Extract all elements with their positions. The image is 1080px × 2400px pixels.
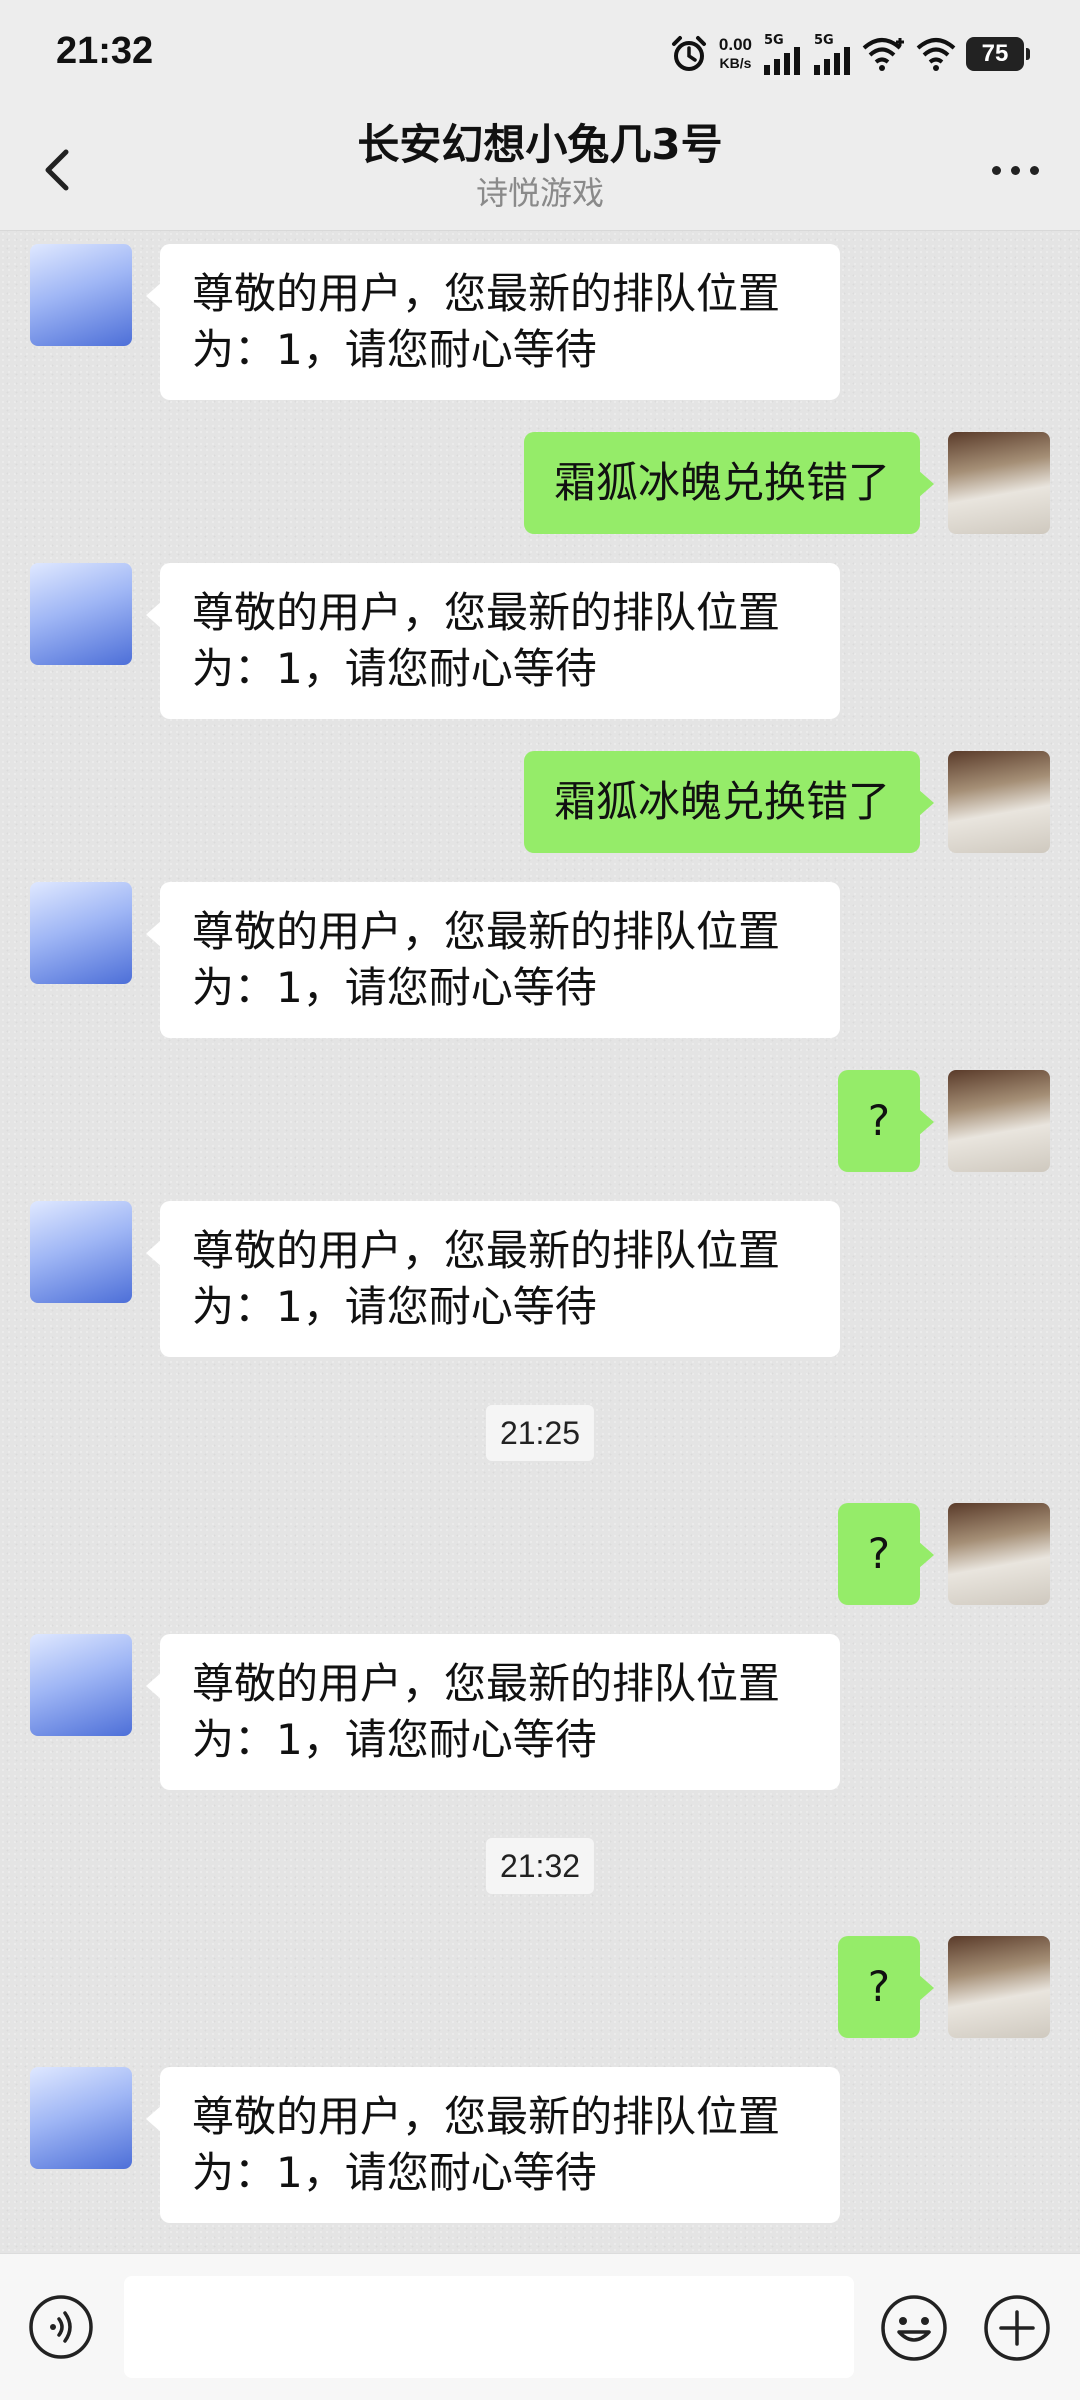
bot-avatar[interactable] xyxy=(30,563,132,665)
plus-button[interactable] xyxy=(983,2294,1051,2362)
emoji-button[interactable] xyxy=(880,2294,948,2362)
user-avatar[interactable] xyxy=(948,1070,1050,1172)
wifi-plus-icon xyxy=(862,38,904,71)
message-bubble[interactable]: 尊敬的用户，您最新的排队位置为：1，请您耐心等待 xyxy=(146,2067,840,2223)
message-bubble[interactable]: ? xyxy=(837,1503,935,1605)
message-bubble[interactable]: ? xyxy=(837,1936,935,2038)
chat-header: 长安幻想小兔几3号 诗悦游戏 xyxy=(0,110,1080,231)
network-speed-value: 0.00 xyxy=(718,35,752,54)
emoji-icon xyxy=(881,2295,947,2361)
message-input[interactable] xyxy=(124,2276,854,2378)
message-bubble[interactable]: 尊敬的用户，您最新的排队位置为：1，请您耐心等待 xyxy=(146,244,840,400)
signal-bars-icon xyxy=(764,46,800,75)
chat-subtitle: 诗悦游戏 xyxy=(475,174,604,212)
voice-button[interactable] xyxy=(28,2294,94,2360)
user-avatar[interactable] xyxy=(948,1503,1050,1605)
alarm-icon xyxy=(671,36,706,71)
voice-icon xyxy=(29,2295,93,2359)
more-dot xyxy=(1029,165,1039,175)
plus-icon xyxy=(984,2295,1050,2361)
status-icons: 0.00 KB/s 5G 5G 75 xyxy=(669,30,1030,78)
bot-avatar[interactable] xyxy=(30,1201,132,1303)
battery-indicator: 75 xyxy=(966,37,1030,71)
bot-avatar[interactable] xyxy=(30,2067,132,2169)
network-speed: 0.00 KB/s xyxy=(719,35,752,73)
more-dots-icon xyxy=(991,165,1001,175)
signal-5g-2: 5G xyxy=(812,34,852,75)
chat-title: 长安幻想小兔几3号 xyxy=(357,120,723,169)
message-bubble[interactable]: 尊敬的用户，您最新的排队位置为：1，请您耐心等待 xyxy=(146,1201,840,1357)
network-speed-unit: KB/s xyxy=(719,55,752,71)
signal-5g-1: 5G xyxy=(762,34,802,75)
user-avatar[interactable] xyxy=(948,751,1050,853)
message-bubble[interactable]: 尊敬的用户，您最新的排队位置为：1，请您耐心等待 xyxy=(146,882,840,1038)
timestamp: 21:32 xyxy=(485,1838,595,1894)
message-bubble[interactable]: 霜狐冰魄兑换错了 xyxy=(523,751,935,853)
message-bubble[interactable]: 尊敬的用户，您最新的排队位置为：1，请您耐心等待 xyxy=(146,563,840,719)
title-block: 长安幻想小兔几3号 诗悦游戏 xyxy=(0,118,1080,214)
chat-message-list[interactable]: 尊敬的用户，您最新的排队位置为：1，请您耐心等待 霜狐冰魄兑换错了 尊敬的用户，… xyxy=(0,231,1080,2253)
signal-bars-icon xyxy=(814,46,850,75)
signal-tag: 5G xyxy=(764,32,784,48)
input-bar xyxy=(0,2253,1080,2400)
signal-tag: 5G xyxy=(814,32,834,48)
more-button[interactable] xyxy=(980,140,1050,200)
message-bubble[interactable]: ? xyxy=(837,1070,935,1172)
wifi-icon xyxy=(916,38,956,71)
more-dot xyxy=(1010,165,1020,175)
bot-avatar[interactable] xyxy=(30,1634,132,1736)
bot-avatar[interactable] xyxy=(30,244,132,346)
status-time: 21:32 xyxy=(56,30,154,72)
user-avatar[interactable] xyxy=(948,432,1050,534)
user-avatar[interactable] xyxy=(948,1936,1050,2038)
bot-avatar[interactable] xyxy=(30,882,132,984)
message-bubble[interactable]: 霜狐冰魄兑换错了 xyxy=(523,432,935,534)
status-bar: 21:32 0.00 KB/s 5G 5G 75 xyxy=(0,0,1080,110)
message-bubble[interactable]: 尊敬的用户，您最新的排队位置为：1，请您耐心等待 xyxy=(146,1634,840,1790)
timestamp: 21:25 xyxy=(485,1405,595,1461)
